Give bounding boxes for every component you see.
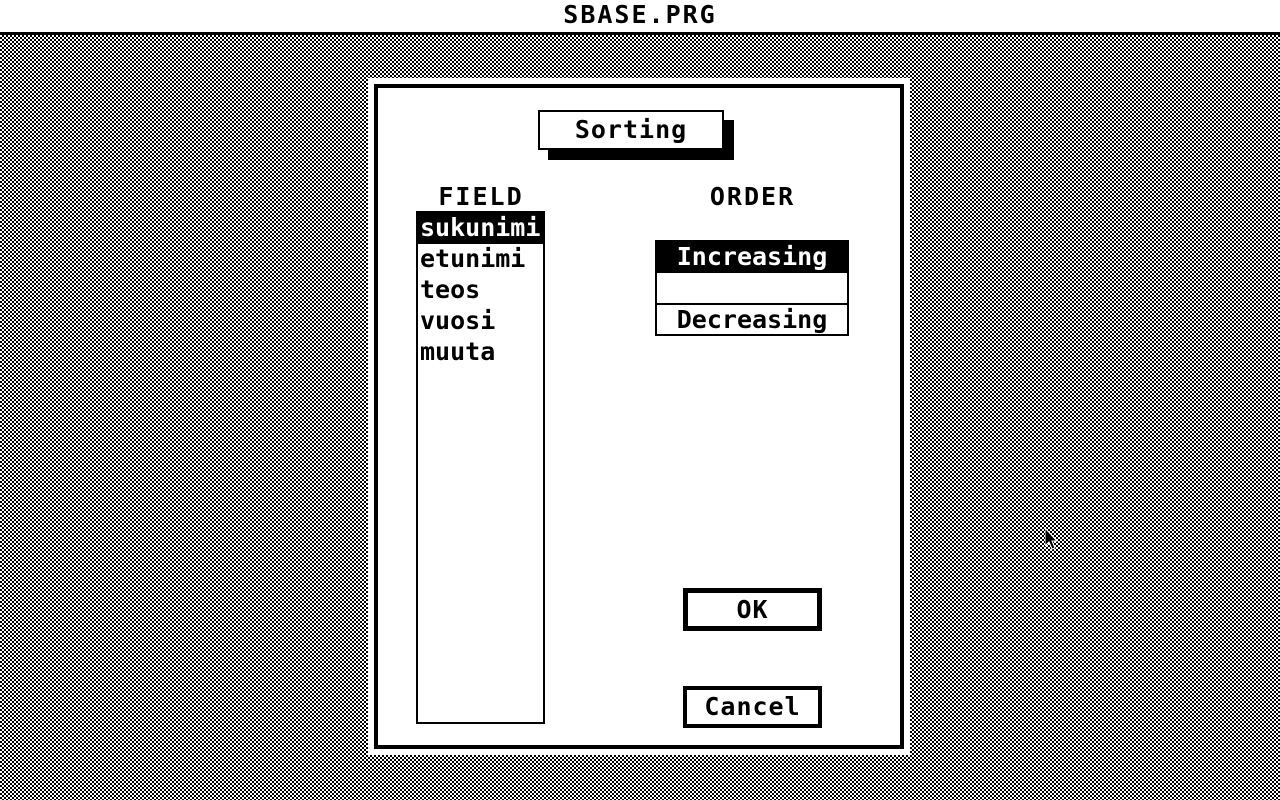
order-selector[interactable]: Increasing Decreasing — [655, 240, 849, 336]
list-item[interactable]: etunimi — [418, 244, 543, 275]
list-item[interactable]: muuta — [418, 337, 543, 368]
field-listbox[interactable]: sukunimi etunimi teos vuosi muuta — [416, 211, 545, 724]
list-item[interactable]: vuosi — [418, 306, 543, 337]
dialog-title-label: Sorting — [574, 115, 688, 144]
order-column-heading: ORDER — [709, 182, 796, 211]
ok-button[interactable]: OK — [683, 588, 822, 631]
order-option-decreasing[interactable]: Decreasing — [657, 303, 847, 334]
list-item[interactable]: teos — [418, 275, 543, 306]
order-option-blank[interactable] — [657, 273, 847, 303]
field-column-heading: FIELD — [438, 182, 524, 211]
window-title: SBASE.PRG — [563, 0, 717, 29]
menu-bar: SBASE.PRG — [0, 0, 1280, 35]
cancel-button[interactable]: Cancel — [683, 686, 822, 728]
dialog-title-plate: Sorting — [538, 110, 724, 150]
order-option-increasing[interactable]: Increasing — [657, 242, 847, 273]
list-item[interactable]: sukunimi — [418, 213, 543, 244]
